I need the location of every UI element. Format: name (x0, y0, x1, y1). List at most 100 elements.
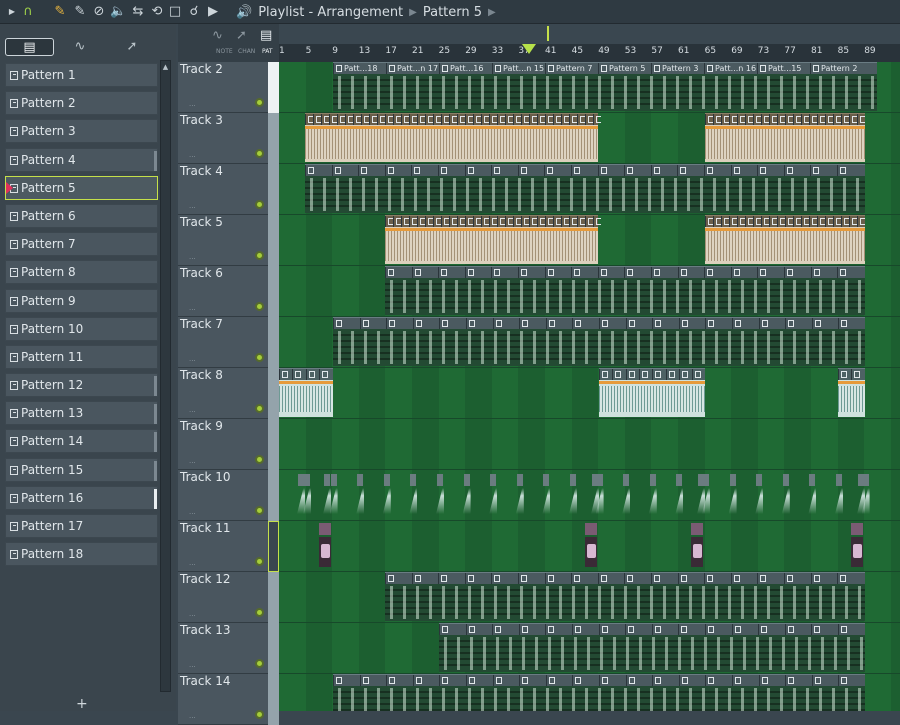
pattern-item[interactable]: Pattern 17 (5, 514, 158, 538)
automation-tab[interactable]: ➚ (120, 38, 144, 56)
clip-header[interactable] (676, 474, 683, 486)
track-options-icon[interactable]: ··· (189, 510, 196, 518)
pattern-list-scrollbar[interactable]: ▲ (160, 60, 171, 692)
track-resize-grip[interactable] (268, 470, 279, 521)
track-header-item[interactable]: Track 5 ··· (178, 215, 279, 266)
clip-header[interactable] (570, 474, 576, 486)
track-mute-led[interactable] (255, 404, 264, 413)
pattern-item[interactable]: Pattern 2 (5, 91, 158, 116)
track-options-icon[interactable]: ··· (189, 663, 196, 671)
pattern-tab[interactable]: ▤ (5, 38, 54, 56)
pattern-clip[interactable] (305, 164, 865, 215)
track-resize-grip[interactable] (268, 164, 279, 215)
audio-clip[interactable] (319, 523, 331, 571)
clip-header[interactable] (858, 474, 864, 486)
note-label[interactable]: NOTE (216, 48, 233, 55)
track-resize-grip[interactable] (268, 368, 279, 419)
pattern-item[interactable]: Pattern 8 (5, 260, 158, 285)
play-arrow-icon[interactable]: ▶ (4, 4, 20, 20)
clip-header[interactable] (809, 474, 816, 486)
slip-icon[interactable]: ⇆ (130, 4, 146, 20)
track-mute-led[interactable] (255, 659, 264, 668)
pattern-item[interactable]: Pattern 16 (5, 485, 158, 510)
pattern-item[interactable]: Pattern 14 (5, 429, 158, 454)
audio-clip[interactable] (591, 474, 599, 514)
scroll-up-icon[interactable]: ▲ (161, 61, 170, 73)
track-options-icon[interactable]: ··· (189, 255, 196, 263)
track-options-icon[interactable]: ··· (189, 459, 196, 467)
pattern-item[interactable]: Pattern 4 (5, 147, 158, 172)
track-resize-grip[interactable] (268, 113, 279, 164)
pattern-clip[interactable] (838, 368, 865, 419)
pattern-item[interactable]: Pattern 6 (5, 203, 158, 228)
pattern-item[interactable]: Pattern 11 (5, 344, 158, 369)
clip-header[interactable] (333, 317, 865, 330)
pattern-clip[interactable] (385, 215, 601, 266)
track-mute-led[interactable] (255, 98, 264, 107)
track-mute-led[interactable] (255, 251, 264, 260)
slice-icon[interactable]: ⟲ (149, 4, 165, 20)
pattern-clip[interactable] (599, 368, 705, 419)
audio-clip[interactable] (489, 474, 498, 514)
clip-header[interactable] (516, 474, 523, 486)
overview-position[interactable] (547, 26, 549, 41)
audio-clip[interactable] (436, 474, 444, 514)
clip-header[interactable] (383, 474, 390, 486)
track-resize-grip[interactable] (268, 419, 279, 470)
pattern-clip[interactable] (279, 368, 333, 419)
audio-tab[interactable]: ∿ (68, 38, 92, 56)
pattern-clip[interactable] (305, 113, 601, 164)
audio-clip[interactable] (675, 474, 684, 514)
track-header-item[interactable]: Track 4 ··· (178, 164, 279, 215)
audio-clip[interactable] (808, 474, 817, 514)
track-name[interactable]: Track 13 (180, 623, 230, 637)
audio-clip[interactable] (515, 474, 524, 514)
clip-header[interactable] (838, 368, 865, 381)
track-mute-led[interactable] (255, 200, 264, 209)
pattern-item[interactable]: Pattern 3 (5, 119, 158, 144)
audio-clip[interactable] (857, 474, 865, 514)
clip-header[interactable] (333, 674, 865, 687)
track-mute-led[interactable] (255, 608, 264, 617)
clip-header[interactable] (463, 474, 470, 486)
clip-header[interactable] (385, 266, 865, 279)
arrangement-overview[interactable] (279, 24, 900, 44)
audio-clip[interactable] (648, 474, 657, 514)
track-resize-grip[interactable] (268, 521, 279, 572)
pattern-item[interactable]: Pattern 18 (5, 542, 158, 567)
audio-clip[interactable] (835, 474, 843, 514)
track-name[interactable]: Track 8 (180, 368, 223, 382)
track-name[interactable]: Track 3 (180, 113, 223, 127)
select-icon[interactable]: □ (167, 4, 183, 20)
pencil-icon[interactable]: ✎ (52, 4, 68, 20)
clip-header[interactable] (836, 474, 842, 486)
pattern-clip[interactable] (705, 113, 865, 164)
pattern-clip[interactable] (385, 572, 865, 623)
pattern-item[interactable]: Pattern 10 (5, 316, 158, 341)
clip-header[interactable] (357, 474, 364, 486)
track-name[interactable]: Track 12 (180, 572, 230, 586)
track-mute-led[interactable] (255, 557, 264, 566)
clip-header[interactable] (385, 215, 601, 228)
pattern-item[interactable]: Pattern 13 (5, 401, 158, 426)
track-header-item[interactable]: Track 9 ··· (178, 419, 279, 470)
pattern-clip[interactable] (333, 317, 865, 368)
clip-header[interactable] (623, 474, 630, 486)
pattern-clip[interactable] (385, 266, 865, 317)
track-mute-led[interactable] (255, 149, 264, 158)
clip-header[interactable] (756, 474, 763, 486)
audio-clip[interactable] (382, 474, 391, 514)
track-name[interactable]: Track 5 (180, 215, 223, 229)
track-header-item[interactable]: Track 3 ··· (178, 113, 279, 164)
current-pattern[interactable]: Pattern 5 (423, 5, 482, 20)
track-options-icon[interactable]: ··· (189, 102, 196, 110)
track-header-item[interactable]: Track 11 ··· (178, 521, 279, 572)
track-options-icon[interactable]: ··· (189, 612, 196, 620)
track-mute-led[interactable] (255, 302, 264, 311)
pattern-clip[interactable] (333, 674, 865, 711)
track-resize-grip[interactable] (268, 317, 279, 368)
clip-header[interactable] (324, 474, 330, 486)
track-name[interactable]: Track 10 (180, 470, 230, 484)
track-options-icon[interactable]: ··· (189, 306, 196, 314)
track-name[interactable]: Track 2 (180, 62, 223, 76)
